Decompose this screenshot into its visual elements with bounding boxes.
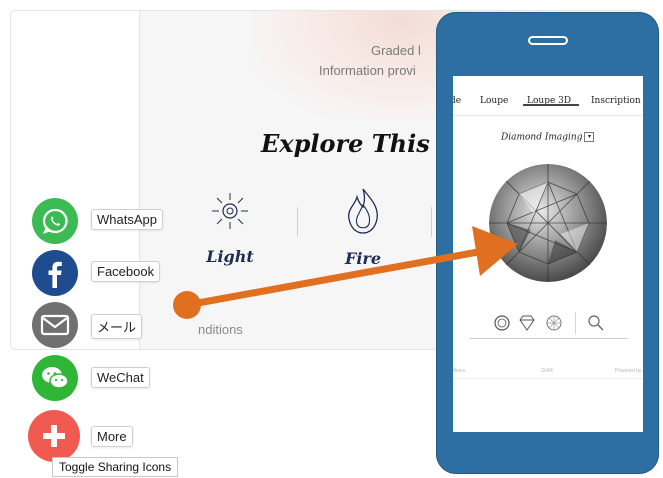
diamond-imaging-label: Diamond Imaging — [501, 132, 583, 143]
diamond-imaging-title[interactable]: Diamond Imaging ▾ — [501, 132, 595, 143]
mail-button[interactable] — [32, 302, 78, 348]
tab-inscription[interactable]: Inscription — [591, 96, 641, 106]
conditions-link[interactable]: nditions — [198, 322, 243, 337]
tab-grade[interactable]: de — [453, 96, 461, 106]
phone-screen: de Loupe Loupe 3D Inscription Diamond Im… — [453, 76, 643, 432]
footer-conditions[interactable]: ditions — [453, 368, 465, 374]
wechat-icon — [42, 367, 69, 389]
controls-underline — [470, 338, 628, 339]
tab-loupe[interactable]: Loupe — [480, 96, 508, 106]
feature-divider — [297, 207, 298, 237]
dropdown-icon: ▾ — [584, 132, 595, 142]
mail-label[interactable]: メール — [91, 314, 143, 339]
diamond-outline-icon[interactable] — [518, 314, 536, 332]
left-margin-strip — [11, 11, 140, 349]
whatsapp-button[interactable] — [32, 198, 78, 244]
round-outline-icon[interactable] — [493, 314, 511, 332]
hero-line-2: Information provi — [319, 63, 416, 78]
facebook-button[interactable] — [32, 250, 78, 296]
whatsapp-icon — [42, 208, 68, 234]
phone-mockup: de Loupe Loupe 3D Inscription Diamond Im… — [436, 12, 659, 474]
feature-light[interactable]: Light — [201, 191, 259, 271]
wechat-button[interactable] — [32, 355, 78, 401]
magnifier-icon[interactable] — [587, 314, 605, 332]
toggle-sharing-tooltip[interactable]: Toggle Sharing Icons — [52, 457, 179, 477]
phone-speaker — [528, 36, 568, 45]
whatsapp-label[interactable]: WhatsApp — [91, 209, 163, 230]
feature-light-label: Light — [206, 247, 254, 266]
flame-icon — [348, 188, 378, 234]
diamond-image[interactable] — [489, 164, 607, 282]
facet-pattern-icon[interactable] — [545, 314, 563, 332]
sun-icon — [212, 193, 248, 229]
facebook-label[interactable]: Facebook — [91, 261, 161, 282]
feature-fire[interactable]: Fire — [333, 187, 393, 273]
footer-divider — [453, 378, 643, 379]
facebook-icon — [48, 261, 62, 288]
hero-line-1: Graded l — [371, 43, 421, 58]
diamond-3d-render — [489, 164, 607, 282]
more-button[interactable] — [28, 410, 80, 462]
footer-powered-by: Powered by — [615, 368, 642, 374]
controls-divider — [575, 312, 576, 334]
active-tab-indicator — [523, 104, 579, 106]
footer-brand: GIA® — [541, 368, 554, 374]
more-label[interactable]: More — [91, 426, 133, 447]
feature-divider — [431, 207, 432, 237]
mail-icon — [40, 314, 70, 336]
plus-icon — [43, 425, 65, 447]
feature-fire-label: Fire — [344, 249, 382, 268]
wechat-label[interactable]: WeChat — [91, 367, 150, 388]
tab-divider — [453, 115, 643, 116]
